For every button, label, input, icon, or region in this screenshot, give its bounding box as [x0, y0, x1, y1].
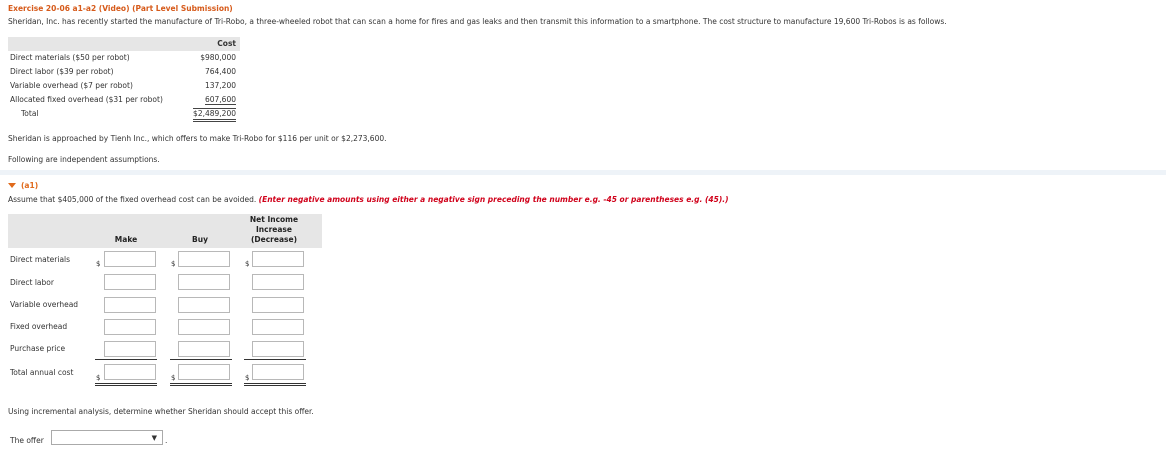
- total-double-rule: [244, 383, 306, 386]
- row-label-fixed-overhead: Fixed overhead: [10, 322, 68, 331]
- row-label-direct-labor: Direct labor: [10, 278, 54, 287]
- cost-total-row: Total $2,489,200: [8, 107, 240, 122]
- approach-text: Sheridan is approached by Tienh Inc., wh…: [8, 134, 387, 143]
- cost-table-header: Cost: [8, 37, 240, 51]
- net-total-input[interactable]: [252, 364, 304, 380]
- net-variable-overhead-input[interactable]: [252, 297, 304, 313]
- intro-text: Sheridan, Inc. has recently started the …: [8, 17, 947, 26]
- cost-row-label: Direct labor ($39 per robot): [10, 67, 114, 76]
- cost-column-header: Cost: [217, 39, 236, 48]
- currency-symbol: $: [96, 374, 101, 382]
- currency-symbol: $: [96, 260, 101, 268]
- buy-total-input[interactable]: [178, 364, 230, 380]
- make-purchase-price-input[interactable]: [104, 341, 156, 357]
- net-income-header-line3: (Decrease): [250, 235, 297, 244]
- make-column-header: Make: [114, 235, 138, 244]
- subtotal-rule: [170, 359, 232, 360]
- cost-row-label: Allocated fixed overhead ($31 per robot): [10, 95, 163, 104]
- cost-row-value: 607,600: [204, 95, 236, 105]
- cost-row: Direct labor ($39 per robot) 764,400: [8, 65, 240, 79]
- offer-label: The offer: [10, 436, 44, 445]
- subtotal-rule: [244, 359, 306, 360]
- row-label-purchase-price: Purchase price: [10, 344, 66, 353]
- currency-symbol: $: [245, 374, 250, 382]
- cost-row-value: $980,000: [200, 53, 236, 62]
- net-direct-materials-input[interactable]: [252, 251, 304, 267]
- cost-row-value: 137,200: [204, 81, 236, 90]
- make-direct-materials-input[interactable]: [104, 251, 156, 267]
- buy-direct-materials-input[interactable]: [178, 251, 230, 267]
- assume-text: Assume that $405,000 of the fixed overhe…: [8, 195, 729, 204]
- cost-row-label: Direct materials ($50 per robot): [10, 53, 130, 62]
- currency-symbol: $: [245, 260, 250, 268]
- buy-fixed-overhead-input[interactable]: [178, 319, 230, 335]
- subtotal-rule: [95, 359, 157, 360]
- exercise-title: Exercise 20-06 a1-a2 (Video) (Part Level…: [8, 4, 233, 13]
- row-label-variable-overhead: Variable overhead: [10, 300, 79, 309]
- section-divider: [0, 170, 1166, 175]
- cost-row: Allocated fixed overhead ($31 per robot)…: [8, 93, 240, 107]
- currency-symbol: $: [171, 374, 176, 382]
- net-direct-labor-input[interactable]: [252, 274, 304, 290]
- row-label-total-annual-cost: Total annual cost: [10, 368, 74, 377]
- cost-total-label: Total: [21, 109, 39, 118]
- make-variable-overhead-input[interactable]: [104, 297, 156, 313]
- buy-direct-labor-input[interactable]: [178, 274, 230, 290]
- analysis-table-header: Make Buy Net Income Increase (Decrease): [8, 214, 322, 248]
- part-a1-label[interactable]: (a1): [21, 181, 38, 190]
- buy-column-header: Buy: [192, 235, 208, 244]
- make-fixed-overhead-input[interactable]: [104, 319, 156, 335]
- cost-table: Cost Direct materials ($50 per robot) $9…: [8, 37, 240, 122]
- make-total-input[interactable]: [104, 364, 156, 380]
- cost-row: Direct materials ($50 per robot) $980,00…: [8, 51, 240, 65]
- net-income-header-line1: Net Income: [249, 215, 299, 224]
- total-double-rule: [170, 383, 232, 386]
- net-purchase-price-input[interactable]: [252, 341, 304, 357]
- cost-row-value: 764,400: [204, 67, 236, 76]
- currency-symbol: $: [171, 260, 176, 268]
- assume-sentence: Assume that $405,000 of the fixed overhe…: [8, 195, 257, 204]
- assumptions-text: Following are independent assumptions.: [8, 155, 160, 164]
- cost-row-label: Variable overhead ($7 per robot): [10, 81, 133, 90]
- trailing-period: .: [165, 436, 168, 445]
- cost-total-value: $2,489,200: [193, 108, 236, 122]
- net-income-header-line2: Increase: [256, 225, 292, 234]
- collapse-triangle-icon[interactable]: [8, 183, 16, 188]
- buy-variable-overhead-input[interactable]: [178, 297, 230, 313]
- net-fixed-overhead-input[interactable]: [252, 319, 304, 335]
- incremental-question: Using incremental analysis, determine wh…: [8, 407, 314, 416]
- dropdown-arrow-icon: ▼: [151, 434, 157, 442]
- buy-purchase-price-input[interactable]: [178, 341, 230, 357]
- total-double-rule: [95, 383, 157, 386]
- instruction-text: (Enter negative amounts using either a n…: [258, 195, 729, 204]
- offer-decision-dropdown[interactable]: ▼: [51, 430, 163, 445]
- cost-row: Variable overhead ($7 per robot) 137,200: [8, 79, 240, 93]
- row-label-direct-materials: Direct materials: [10, 255, 71, 264]
- make-direct-labor-input[interactable]: [104, 274, 156, 290]
